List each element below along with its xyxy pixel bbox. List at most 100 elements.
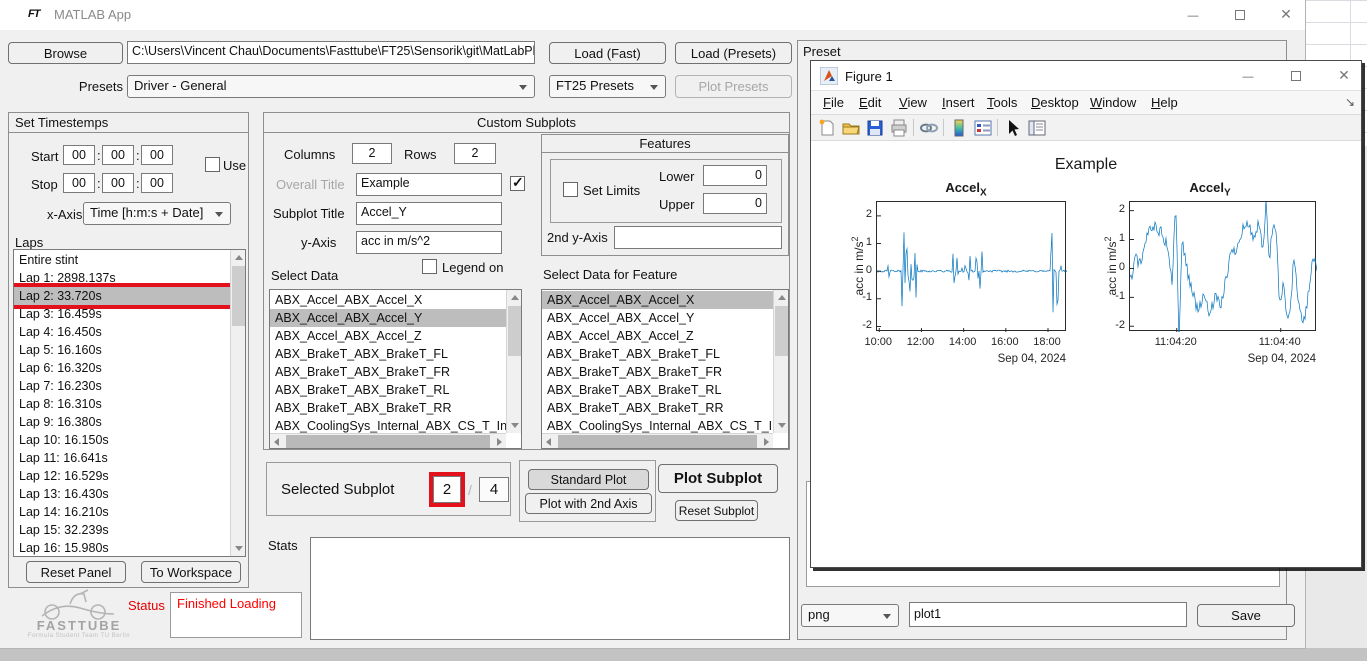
plot-axes[interactable]	[876, 201, 1066, 331]
menu-edit[interactable]: Edit	[859, 95, 881, 110]
legend-icon[interactable]	[973, 118, 993, 138]
reset-panel-button[interactable]: Reset Panel	[26, 561, 126, 583]
list-item[interactable]: ABX_BrakeT_ABX_BrakeT_FR	[270, 363, 506, 381]
ft25-presets-dropdown[interactable]: FT25 Presets	[549, 75, 666, 98]
overall-title-input[interactable]: Example	[356, 173, 502, 196]
scroll-up-icon[interactable]	[774, 290, 789, 305]
link-plots-icon[interactable]	[919, 118, 939, 138]
scroll-up-icon[interactable]	[231, 250, 246, 265]
load-fast-button[interactable]: Load (Fast)	[549, 42, 666, 64]
selected-subplot-field[interactable]: 2	[433, 476, 461, 503]
upper-field[interactable]: 0	[703, 193, 767, 214]
menu-help[interactable]: Help	[1151, 95, 1178, 110]
list-item[interactable]: ABX_Accel_ABX_Accel_Y	[542, 309, 773, 327]
plot-with-2nd-axis-button[interactable]: Plot with 2nd Axis	[525, 493, 652, 514]
stop-hh-field[interactable]: 00	[63, 173, 95, 193]
scroll-up-icon[interactable]	[507, 290, 522, 305]
start-hh-field[interactable]: 00	[63, 145, 95, 165]
scroll-thumb[interactable]	[232, 266, 245, 326]
list-item[interactable]: Lap 4: 16.450s	[14, 323, 230, 341]
rows-field[interactable]: 2	[454, 143, 496, 164]
feature-data-hscroll[interactable]	[542, 433, 773, 448]
scroll-down-icon[interactable]	[774, 418, 789, 433]
select-data-hscroll[interactable]	[270, 433, 506, 448]
list-item[interactable]: Lap 7: 16.230s	[14, 377, 230, 395]
list-item[interactable]: Lap 6: 16.320s	[14, 359, 230, 377]
save-icon[interactable]	[865, 118, 885, 138]
print-icon[interactable]	[889, 118, 909, 138]
scroll-left-icon[interactable]	[270, 434, 285, 449]
select-data-vscroll[interactable]	[506, 290, 521, 433]
colormap-icon[interactable]	[949, 118, 969, 138]
list-item[interactable]: Lap 2: 33.720s	[14, 287, 230, 305]
list-item[interactable]: ABX_BrakeT_ABX_BrakeT_RR	[542, 399, 773, 417]
scroll-down-icon[interactable]	[507, 418, 522, 433]
plot-axes[interactable]	[1129, 201, 1316, 331]
list-item[interactable]: ABX_Accel_ABX_Accel_X	[270, 291, 506, 309]
save-button[interactable]: Save	[1197, 604, 1295, 627]
list-item[interactable]: Lap 13: 16.430s	[14, 485, 230, 503]
presets-dropdown[interactable]: Driver - General	[127, 75, 535, 98]
scroll-right-icon[interactable]	[758, 434, 773, 449]
laps-scrollbar[interactable]	[230, 250, 245, 556]
scroll-right-icon[interactable]	[491, 434, 506, 449]
menu-file[interactable]: File	[823, 95, 844, 110]
list-item[interactable]: Lap 15: 32.239s	[14, 521, 230, 539]
feature-data-vscroll[interactable]	[773, 290, 788, 433]
arrow-cursor-icon[interactable]	[1003, 118, 1023, 138]
start-ss-field[interactable]: 00	[141, 145, 173, 165]
dock-arrow-icon[interactable]: ↘	[1345, 95, 1355, 109]
close-icon[interactable]	[1271, 3, 1301, 25]
reset-subplot-button[interactable]: Reset Subplot	[675, 500, 758, 521]
stop-mm-field[interactable]: 00	[102, 173, 134, 193]
menu-tools[interactable]: Tools	[987, 95, 1017, 110]
filename-input[interactable]: plot1	[909, 602, 1187, 627]
scroll-thumb[interactable]	[775, 306, 788, 356]
list-item[interactable]: ABX_BrakeT_ABX_BrakeT_FL	[542, 345, 773, 363]
list-item[interactable]: Lap 12: 16.529s	[14, 467, 230, 485]
list-item[interactable]: ABX_CoolingSys_Internal_ABX_CS_T_InvL	[270, 417, 506, 433]
property-editor-icon[interactable]	[1027, 118, 1047, 138]
minimize-icon[interactable]	[1178, 3, 1208, 25]
list-item[interactable]: Lap 14: 16.210s	[14, 503, 230, 521]
second-y-axis-input[interactable]	[614, 226, 782, 249]
menu-insert[interactable]: Insert	[942, 95, 975, 110]
plot-subplot-button[interactable]: Plot Subplot	[658, 464, 778, 493]
browse-button[interactable]: Browse	[8, 42, 123, 64]
menu-view[interactable]: View	[899, 95, 927, 110]
list-item[interactable]: Lap 1: 2898.137s	[14, 269, 230, 287]
load-presets-button[interactable]: Load (Presets)	[675, 42, 792, 64]
new-file-icon[interactable]	[817, 118, 837, 138]
menu-desktop[interactable]: Desktop	[1031, 95, 1079, 110]
legend-on-checkbox[interactable]	[422, 259, 437, 274]
standard-plot-button[interactable]: Standard Plot	[528, 469, 649, 490]
format-dropdown[interactable]: png	[801, 604, 899, 627]
list-item[interactable]: ABX_BrakeT_ABX_BrakeT_FR	[542, 363, 773, 381]
figure-close-icon[interactable]	[1329, 64, 1359, 86]
scroll-thumb[interactable]	[286, 435, 490, 448]
list-item[interactable]: ABX_Accel_ABX_Accel_Y	[270, 309, 506, 327]
maximize-icon[interactable]	[1225, 3, 1255, 25]
stop-ss-field[interactable]: 00	[141, 173, 173, 193]
scroll-thumb[interactable]	[508, 306, 521, 356]
list-item[interactable]: Lap 5: 16.160s	[14, 341, 230, 359]
path-input[interactable]: C:\Users\Vincent Chau\Documents\Fasttube…	[127, 41, 535, 64]
y-axis-input[interactable]: acc in m/s^2	[356, 231, 502, 254]
figure-minimize-icon[interactable]	[1233, 64, 1263, 86]
lower-field[interactable]: 0	[703, 165, 767, 186]
use-checkbox[interactable]	[205, 157, 220, 172]
list-item[interactable]: ABX_BrakeT_ABX_BrakeT_RL	[270, 381, 506, 399]
open-folder-icon[interactable]	[841, 118, 861, 138]
list-item[interactable]: Lap 16: 15.980s	[14, 539, 230, 556]
scroll-left-icon[interactable]	[542, 434, 557, 449]
list-item[interactable]: Lap 11: 16.641s	[14, 449, 230, 467]
list-item[interactable]: Entire stint	[14, 251, 230, 269]
list-item[interactable]: ABX_BrakeT_ABX_BrakeT_RR	[270, 399, 506, 417]
list-item[interactable]: Lap 9: 16.380s	[14, 413, 230, 431]
x-axis-dropdown[interactable]: Time [h:m:s + Date]	[83, 202, 231, 225]
list-item[interactable]: Lap 8: 16.310s	[14, 395, 230, 413]
list-item[interactable]: ABX_BrakeT_ABX_BrakeT_RL	[542, 381, 773, 399]
list-item[interactable]: ABX_BrakeT_ABX_BrakeT_FL	[270, 345, 506, 363]
menu-window[interactable]: Window	[1090, 95, 1136, 110]
list-item[interactable]: Lap 10: 16.150s	[14, 431, 230, 449]
